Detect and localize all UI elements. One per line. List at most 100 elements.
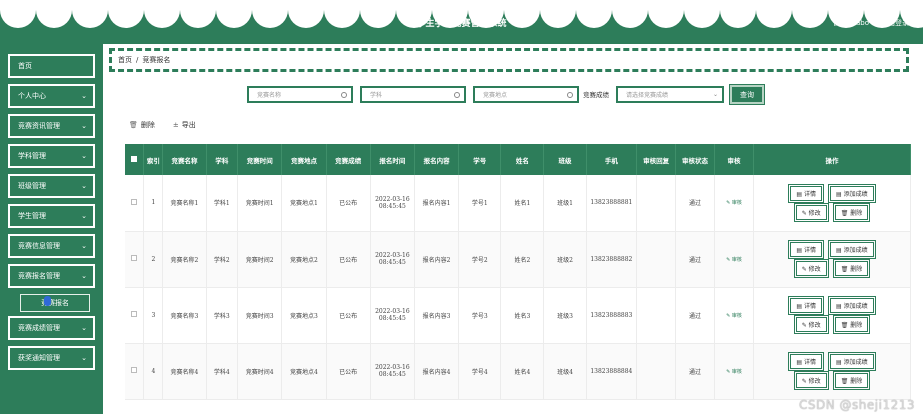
input-placeholder: 学科 <box>370 92 383 99</box>
detail-label: 详情 <box>803 359 816 366</box>
signup-table-wrapper: 索引 竞赛名称 学科 竞赛时间 竞赛地点 竞赛成绩 报名时间 报名内容 学号 姓… <box>125 144 911 414</box>
cell-subject: 学科1 <box>206 175 239 232</box>
result-select[interactable]: 请选择竞赛成绩 ⌄ <box>616 86 724 103</box>
sidebar-item-home[interactable]: 首页 <box>8 54 95 78</box>
column-header: 手机 <box>586 144 638 175</box>
add-score-button[interactable]: ▤ 添加成绩 <box>828 183 876 203</box>
row-checkbox[interactable] <box>131 198 138 205</box>
cell-result: 已公布 <box>326 175 371 232</box>
edit-button[interactable]: ✎ 修改 <box>793 315 829 334</box>
sidebar-item-subject[interactable]: 学科管理 ⌄ <box>8 144 95 168</box>
row-select-cell[interactable] <box>125 175 145 232</box>
sidebar-item-personal-center[interactable]: 个人中心 ⌄ <box>8 84 95 108</box>
chevron-down-icon: ⌄ <box>81 152 87 160</box>
cell-location: 竞赛地点3 <box>281 287 327 344</box>
select-all-checkbox[interactable] <box>131 155 138 162</box>
delete-button[interactable]: 🗑 删除 <box>129 120 155 130</box>
row-checkbox[interactable] <box>131 311 138 317</box>
row-actions-line: ✎ 修改 🗑 删除 <box>793 202 871 222</box>
sidebar-item-competition-news[interactable]: 竞赛资讯管理 ⌄ <box>8 114 95 138</box>
detail-button[interactable]: ▤ 详情 <box>788 183 824 203</box>
top-right-menu: 管理员 abo 退出登录 <box>833 18 909 28</box>
row-select-cell[interactable] <box>125 343 145 400</box>
breadcrumb: 首页 / 竞赛报名 <box>109 48 909 72</box>
logout-link[interactable]: 退出登录 <box>881 18 909 28</box>
edit-label: 修改 <box>808 266 821 273</box>
sidebar-item-class[interactable]: 班级管理 ⌄ <box>8 174 95 198</box>
cell-signup-time: 2022-03-16 08:45:45 <box>370 343 415 400</box>
breadcrumb-home[interactable]: 首页 <box>118 55 132 65</box>
edit-button[interactable]: ✎ 修改 <box>793 259 829 278</box>
sidebar-item-signup[interactable]: 竞赛报名管理 ⌄ <box>8 264 95 288</box>
row-delete-button[interactable]: 🗑 删除 <box>832 202 871 222</box>
sidebar-item-award-notice[interactable]: 获奖通知管理 ⌄ <box>8 346 95 370</box>
delete-label: 删除 <box>140 121 155 129</box>
table-row: 3 竞赛名称3 学科3 竞赛时间3 竞赛地点3 已公布 2022-03-16 08:45:4… <box>125 287 911 344</box>
detail-icon: ▤ <box>835 247 844 254</box>
add-score-button[interactable]: ▤ 添加成绩 <box>828 352 876 371</box>
audit-link[interactable]: ✎ 审核 <box>726 313 742 319</box>
chevron-down-icon: ⌄ <box>81 122 87 130</box>
competition-location-input[interactable]: 竞赛地点 <box>473 86 579 103</box>
edit-icon: ✎ <box>801 209 809 217</box>
row-select-cell[interactable] <box>125 287 145 344</box>
row-select-cell[interactable] <box>125 231 145 288</box>
select-all-cell[interactable] <box>125 144 145 175</box>
row-delete-button[interactable]: 🗑 删除 <box>832 315 871 334</box>
edit-button[interactable]: ✎ 修改 <box>793 202 829 222</box>
sidebar-subitem-signup[interactable]: 竞赛报名 <box>20 294 90 312</box>
detail-button[interactable]: ▤ 详情 <box>788 352 824 371</box>
audit-link[interactable]: ✎ 审核 <box>726 369 742 375</box>
add-score-button[interactable]: ▤ 添加成绩 <box>828 240 876 259</box>
column-header: 操作 <box>753 144 911 175</box>
row-actions-line: ▤ 详情 ▤ 添加成绩 <box>788 183 876 203</box>
export-button[interactable]: ± 导出 <box>173 120 196 130</box>
cell-phone: 13823888883 <box>586 287 638 344</box>
row-checkbox[interactable] <box>131 367 138 373</box>
query-button[interactable]: 查询 <box>729 84 765 105</box>
row-delete-button[interactable]: 🗑 删除 <box>832 259 871 278</box>
sidebar: 首页 个人中心 ⌄ 竞赛资讯管理 ⌄ 学科管理 ⌄ 班级管理 ⌄ 学生管理 ⌄ … <box>0 44 103 414</box>
sidebar-item-competition-info[interactable]: 竞赛信息管理 ⌄ <box>8 234 95 258</box>
add-score-label: 添加成绩 <box>843 190 868 198</box>
column-header: 竞赛名称 <box>162 144 207 175</box>
cell-class: 班级3 <box>543 287 587 344</box>
cell-location: 竞赛地点4 <box>281 343 327 400</box>
add-score-button[interactable]: ▤ 添加成绩 <box>828 296 876 315</box>
cell-signup-time: 2022-03-16 08:45:45 <box>370 175 415 232</box>
edit-button[interactable]: ✎ 修改 <box>793 371 829 390</box>
audit-cell: ✎ 审核 <box>714 287 754 344</box>
audit-link[interactable]: ✎ 审核 <box>726 257 742 263</box>
cell-location: 竞赛地点2 <box>281 231 327 288</box>
row-delete-button[interactable]: 🗑 删除 <box>832 371 871 390</box>
subject-input[interactable]: 学科 <box>360 86 466 103</box>
app-title: 学生学科竞赛管理系统 <box>416 19 507 29</box>
audit-label: 审核 <box>731 200 742 207</box>
cell-signup-time: 2022-03-16 08:45:45 <box>370 287 415 344</box>
sidebar-item-student[interactable]: 学生管理 ⌄ <box>8 204 95 228</box>
row-checkbox[interactable] <box>131 255 138 261</box>
detail-icon: ▤ <box>796 303 804 310</box>
cell-reply <box>636 343 677 400</box>
admin-user-label[interactable]: 管理员 abo <box>833 18 869 28</box>
operations-cell: ▤ 详情 ▤ 添加成绩 ✎ 修改 🗑 删除 <box>753 175 911 232</box>
competition-name-input[interactable]: 竞赛名称 <box>247 86 353 103</box>
cell-student-no: 学号3 <box>458 287 502 344</box>
chevron-down-icon: ⌄ <box>81 324 87 332</box>
sidebar-item-score[interactable]: 竞赛成绩管理 ⌄ <box>8 316 95 340</box>
detail-button[interactable]: ▤ 详情 <box>788 240 824 259</box>
audit-link[interactable]: ✎ 审核 <box>726 200 742 206</box>
edit-label: 修改 <box>808 209 821 217</box>
cell-result: 已公布 <box>326 231 371 288</box>
operations-cell: ▤ 详情 ▤ 添加成绩 ✎ 修改 🗑 删除 <box>753 343 911 400</box>
detail-button[interactable]: ▤ 详情 <box>788 296 824 315</box>
column-header: 姓名 <box>500 144 545 175</box>
row-actions-line: ▤ 详情 ▤ 添加成绩 <box>788 352 876 371</box>
audit-cell: ✎ 审核 <box>714 175 754 232</box>
audit-cell: ✎ 审核 <box>714 343 754 400</box>
chevron-down-icon: ⌄ <box>81 272 87 280</box>
cell-name: 竞赛名称3 <box>162 287 207 344</box>
search-icon <box>341 91 347 98</box>
cell-phone: 13823888881 <box>586 175 638 232</box>
export-label: 导出 <box>181 121 196 129</box>
